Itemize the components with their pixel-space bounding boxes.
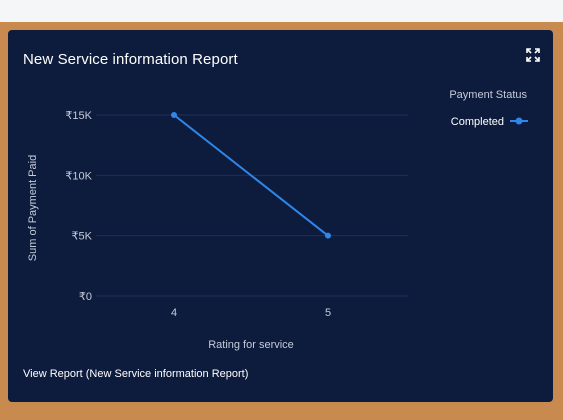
y-tick-label: ₹15K — [65, 110, 92, 122]
line-chart: ₹0₹5K₹10K₹15K 45 Sum of Payment Paid Rat… — [27, 89, 528, 351]
y-ticks: ₹0 ₹5K ₹10K ₹15K — [65, 110, 92, 303]
x-ticks: 45 — [171, 307, 331, 319]
y-tick-label: ₹0 — [79, 291, 92, 303]
y-tick-label: ₹5K — [72, 231, 93, 243]
x-tick-label: 4 — [171, 307, 177, 319]
x-tick-label: 5 — [325, 307, 331, 319]
report-card: New Service information Report ₹0 ₹5K ₹10K… — [8, 30, 553, 402]
data-point[interactable] — [171, 112, 177, 118]
top-bar — [0, 0, 563, 22]
legend-label: Completed — [451, 116, 504, 128]
gridlines — [96, 114, 408, 297]
x-axis-label: Rating for service — [208, 339, 294, 351]
view-report-link[interactable]: View Report (New Service information Rep… — [23, 368, 248, 380]
y-axis-label: Sum of Payment Paid — [27, 155, 39, 261]
data-point[interactable] — [325, 232, 331, 239]
y-tick-label: ₹10K — [65, 170, 92, 182]
legend-swatch-marker — [515, 117, 523, 125]
legend-item-completed[interactable]: Completed — [451, 116, 528, 128]
legend-title: Payment Status — [449, 89, 527, 101]
